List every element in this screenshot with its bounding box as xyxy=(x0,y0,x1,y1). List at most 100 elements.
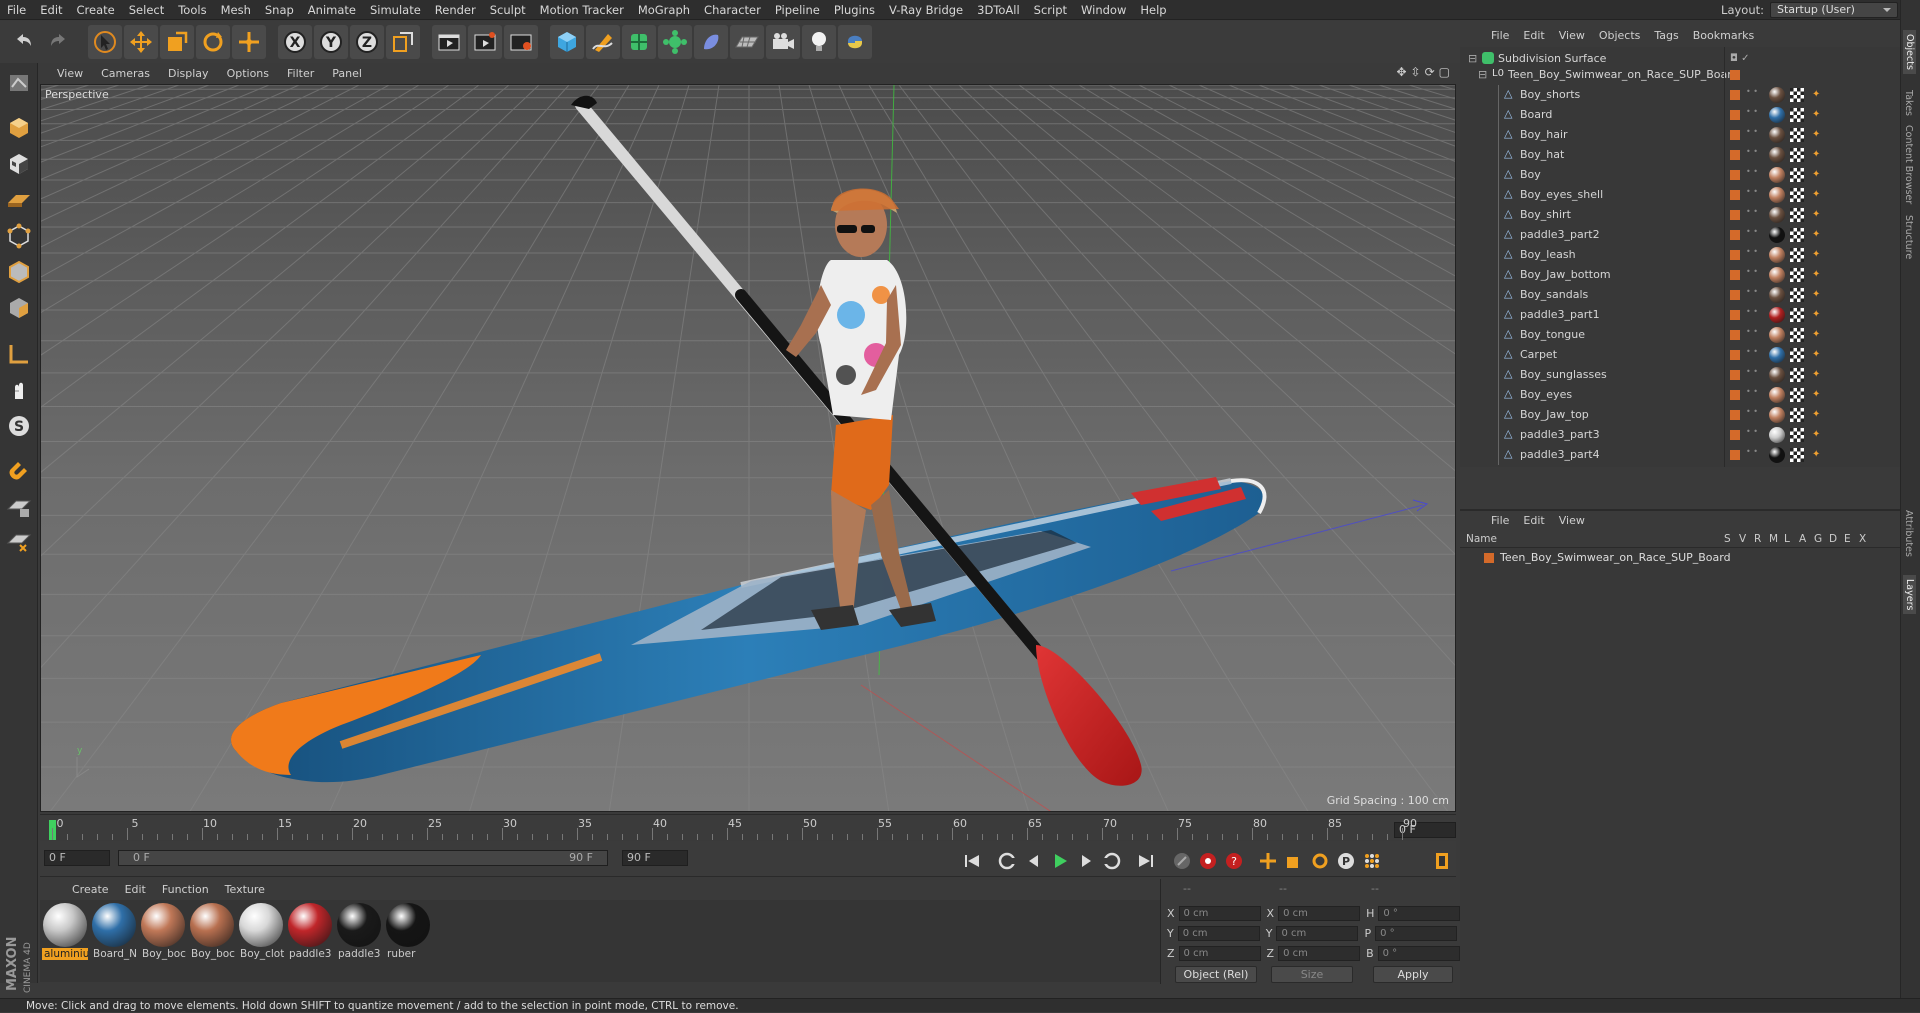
axis-mode-button[interactable] xyxy=(2,337,36,371)
timeline-layout-button[interactable] xyxy=(1430,849,1454,873)
visibility-check-icon[interactable]: ◘ ✓ xyxy=(1730,53,1749,64)
orbit-view-icon[interactable]: ⟳ xyxy=(1425,65,1435,79)
redo-button[interactable] xyxy=(42,25,76,59)
object-row[interactable]: △ paddle3_part4 • • ✦ xyxy=(1460,445,1900,465)
object-row[interactable]: △ paddle3_part1 • • ✦ xyxy=(1460,305,1900,325)
menu-v-ray-bridge[interactable]: V-Ray Bridge xyxy=(882,0,970,20)
visibility-dots-icon[interactable]: • • xyxy=(1746,128,1758,136)
move-tool-button[interactable] xyxy=(124,25,158,59)
texture-tag-icon[interactable] xyxy=(1790,188,1804,202)
material-tag-icon[interactable] xyxy=(1769,107,1785,123)
menu-pipeline[interactable]: Pipeline xyxy=(768,0,827,20)
layer-column-header[interactable]: R xyxy=(1754,533,1761,545)
go-to-start-button[interactable] xyxy=(960,849,984,873)
object-row-group[interactable]: ⊟ L0 Teen_Boy_Swimwear_on_Race_SUP_Board xyxy=(1460,65,1900,85)
material-tag-icon[interactable] xyxy=(1769,187,1785,203)
z-axis-lock-button[interactable]: Z xyxy=(350,25,384,59)
visibility-dots-icon[interactable]: • • xyxy=(1746,88,1758,96)
material-swatch[interactable]: Boy_clot xyxy=(238,902,284,964)
menu-render[interactable]: Render xyxy=(428,0,483,20)
material-tag-icon[interactable] xyxy=(1769,327,1785,343)
viewport-menu-options[interactable]: Options xyxy=(218,67,278,80)
phong-tag-icon[interactable]: ✦ xyxy=(1812,269,1820,281)
layer-column-header[interactable]: X xyxy=(1859,533,1866,545)
coord-rotation-field[interactable]: 0 ° xyxy=(1375,926,1458,941)
visibility-dots-icon[interactable]: • • xyxy=(1746,188,1758,196)
texture-tag-icon[interactable] xyxy=(1790,408,1804,422)
material-swatch[interactable]: Boy_boc xyxy=(140,902,186,964)
y-axis-lock-button[interactable]: Y xyxy=(314,25,348,59)
model-mode-button[interactable] xyxy=(2,111,36,145)
current-frame-field[interactable]: 0 F xyxy=(44,850,110,866)
menu-motion-tracker[interactable]: Motion Tracker xyxy=(533,0,631,20)
render-view-button[interactable] xyxy=(432,25,466,59)
material-swatch[interactable]: ruber xyxy=(385,902,431,964)
object-menu-tags[interactable]: Tags xyxy=(1647,29,1685,42)
material-swatch[interactable]: aluminium xyxy=(42,902,88,964)
object-row[interactable]: △ Boy_hat • • ✦ xyxy=(1460,145,1900,165)
material-swatch[interactable]: Board_N xyxy=(91,902,137,964)
phong-tag-icon[interactable]: ✦ xyxy=(1812,309,1820,321)
material-tag-icon[interactable] xyxy=(1769,427,1785,443)
coordinate-system-button[interactable] xyxy=(386,25,420,59)
texture-tag-icon[interactable] xyxy=(1790,128,1804,142)
material-tag-icon[interactable] xyxy=(1769,407,1785,423)
floor-object-button[interactable] xyxy=(730,25,764,59)
key-scale-button[interactable] xyxy=(1282,849,1306,873)
side-tab-objects[interactable]: Objects xyxy=(1903,30,1916,74)
viewport-menu-filter[interactable]: Filter xyxy=(278,67,323,80)
menu-character[interactable]: Character xyxy=(697,0,768,20)
frame-range-slider[interactable]: 0 F 90 F xyxy=(118,850,608,866)
viewport-menu-display[interactable]: Display xyxy=(159,67,218,80)
visibility-dots-icon[interactable]: • • xyxy=(1746,108,1758,116)
material-tag-icon[interactable] xyxy=(1769,307,1785,323)
previous-frame-button[interactable] xyxy=(1022,849,1046,873)
object-row[interactable]: △ Boy_shirt • • ✦ xyxy=(1460,205,1900,225)
object-menu-view[interactable]: View xyxy=(1552,29,1592,42)
collapse-icon[interactable]: ⊟ xyxy=(1468,52,1480,65)
menu-animate[interactable]: Animate xyxy=(301,0,363,20)
visibility-dots-icon[interactable]: • • xyxy=(1746,388,1758,396)
menu-help[interactable]: Help xyxy=(1133,0,1173,20)
visibility-dots-icon[interactable]: • • xyxy=(1746,148,1758,156)
material-menu-texture[interactable]: Texture xyxy=(217,883,273,896)
layer-menu-view[interactable]: View xyxy=(1552,514,1592,527)
deformer-button[interactable] xyxy=(694,25,728,59)
texture-tag-icon[interactable] xyxy=(1790,288,1804,302)
phong-tag-icon[interactable]: ✦ xyxy=(1812,329,1820,341)
viewport-menu-view[interactable]: View xyxy=(48,67,92,80)
material-tag-icon[interactable] xyxy=(1769,207,1785,223)
object-row[interactable]: △ Boy • • ✦ xyxy=(1460,165,1900,185)
grid-snap-button[interactable] xyxy=(2,527,36,561)
tweak-mode-button[interactable] xyxy=(2,373,36,407)
points-mode-button[interactable] xyxy=(2,219,36,253)
texture-tag-icon[interactable] xyxy=(1790,448,1804,462)
object-row[interactable]: △ Boy_eyes • • ✦ xyxy=(1460,385,1900,405)
visibility-dots-icon[interactable]: • • xyxy=(1746,448,1758,456)
menu-simulate[interactable]: Simulate xyxy=(363,0,428,20)
side-tab-attributes[interactable]: Attributes xyxy=(1903,510,1914,557)
phong-tag-icon[interactable]: ✦ xyxy=(1812,189,1820,201)
visibility-dots-icon[interactable]: • • xyxy=(1746,268,1758,276)
timeline-ruler[interactable]: 0 F 0 5 10 15 20 25 30 35 40 45 50 55 60 65 70 75 80 85 90 xyxy=(40,814,1456,840)
snap-settings-button[interactable]: S xyxy=(2,409,36,443)
layer-column-header[interactable]: D xyxy=(1829,533,1837,545)
phong-tag-icon[interactable]: ✦ xyxy=(1812,229,1820,241)
layer-column-header[interactable]: S xyxy=(1724,533,1731,545)
menu-window[interactable]: Window xyxy=(1074,0,1133,20)
next-key-button[interactable] xyxy=(1100,849,1124,873)
phong-tag-icon[interactable]: ✦ xyxy=(1812,149,1820,161)
material-swatch[interactable]: paddle3 xyxy=(336,902,382,964)
phong-tag-icon[interactable]: ✦ xyxy=(1812,89,1820,101)
object-row[interactable]: △ Boy_sandals • • ✦ xyxy=(1460,285,1900,305)
menu-sculpt[interactable]: Sculpt xyxy=(483,0,533,20)
object-row[interactable]: △ Board • • ✦ xyxy=(1460,105,1900,125)
visibility-dots-icon[interactable]: • • xyxy=(1746,308,1758,316)
menu-mesh[interactable]: Mesh xyxy=(214,0,258,20)
coord-position-field[interactable]: 0 cm xyxy=(1178,946,1261,961)
camera-object-button[interactable] xyxy=(766,25,800,59)
texture-tag-icon[interactable] xyxy=(1790,428,1804,442)
python-script-button[interactable] xyxy=(838,25,872,59)
material-menu-function[interactable]: Function xyxy=(154,883,217,896)
object-menu-bookmarks[interactable]: Bookmarks xyxy=(1686,29,1761,42)
